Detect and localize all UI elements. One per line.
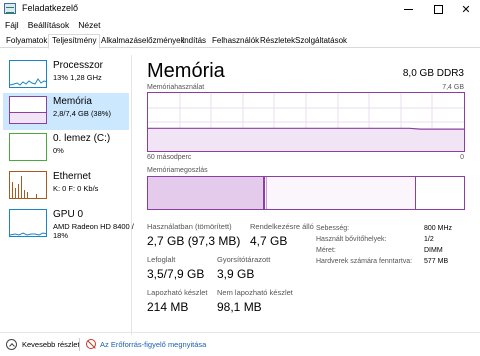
menu-bar: Fájl Beállítások Nézet — [0, 18, 480, 32]
composition-label: Memóriamegoszlás — [147, 167, 208, 174]
window-title: Feladatkezelő — [22, 3, 79, 13]
sidebar-item-ethernet[interactable]: Ethernet K: 0 F: 0 Kb/s — [3, 168, 129, 205]
tab-app-history[interactable]: Alkalmazáselőzmények — [98, 35, 188, 48]
in-use-value: 2,7 GB (97,3 MB) — [147, 234, 241, 248]
tab-performance[interactable]: Teljesítmény — [48, 34, 101, 49]
sidebar-item-memory[interactable]: Memória 2,8/7,4 GB (38%) — [3, 93, 129, 130]
sidebar-item-detail: 13% 1,28 GHz — [53, 73, 102, 82]
fewer-details-link[interactable]: Kevesebb részlet — [22, 340, 80, 349]
sidebar-item-detail: K: 0 F: 0 Kb/s — [53, 184, 99, 193]
cpu-thumbnail-graph — [9, 60, 47, 88]
hardware-reserved-value: 577 MB — [424, 258, 449, 265]
composition-free[interactable] — [416, 177, 464, 209]
tab-services[interactable]: Szolgáltatások — [292, 35, 350, 48]
memory-capacity: 8,0 GB DDR3 — [402, 68, 464, 79]
paged-pool-label: Lapozható készlet — [147, 288, 208, 297]
axis-time-label: 60 másodperc — [147, 154, 192, 161]
cpu-mini-chart — [10, 78, 46, 86]
sidebar-item-detail: AMD Radeon HD 8400 / — [53, 222, 134, 231]
slots-label: Használt bővítőhelyek: — [316, 236, 387, 243]
resource-monitor-icon[interactable] — [86, 339, 96, 349]
tab-bar: Folyamatok Teljesítmény Alkalmazáselőzmé… — [0, 34, 480, 49]
title-bar: Feladatkezelő ✕ — [0, 0, 480, 18]
form-factor-label: Méret: — [316, 247, 336, 254]
memory-usage-area — [148, 128, 464, 151]
memory-usage-chart — [147, 92, 465, 152]
sidebar-item-gpu[interactable]: GPU 0 AMD Radeon HD 8400 / 18% — [3, 206, 134, 243]
resource-sidebar: Processzor 13% 1,28 GHz Memória 2,8/7,4 … — [0, 55, 134, 335]
open-resource-monitor-link[interactable]: Az Erőforrás-figyelő megnyitása — [100, 340, 206, 349]
available-value: 4,7 GB — [250, 234, 288, 248]
ethernet-thumbnail-graph — [9, 171, 47, 199]
chevron-up-icon[interactable] — [6, 339, 17, 350]
cached-value: 3,9 GB — [217, 267, 255, 281]
tab-startup[interactable]: Indítás — [179, 35, 209, 48]
committed-value: 3,5/7,9 GB — [147, 267, 205, 281]
sidebar-item-detail: 2,8/7,4 GB (38%) — [53, 109, 111, 118]
gpu-thumbnail-graph — [9, 209, 47, 237]
minimize-icon — [403, 8, 413, 10]
sidebar-item-cpu[interactable]: Processzor 13% 1,28 GHz — [3, 57, 129, 94]
nonpaged-pool-value: 98,1 MB — [217, 300, 262, 314]
tab-processes[interactable]: Folyamatok — [3, 35, 50, 48]
maximize-button[interactable] — [424, 0, 452, 18]
gpu-mini-chart — [10, 232, 46, 236]
composition-standby[interactable] — [267, 177, 415, 209]
slots-value: 1/2 — [424, 236, 434, 243]
cached-label: Gyorsítótárazott — [217, 255, 271, 264]
speed-label: Sebesség: — [316, 225, 350, 232]
sidebar-item-label: GPU 0 — [53, 209, 84, 220]
footer-bar: Kevesebb részlet Az Erőforrás-figyelő me… — [0, 332, 480, 356]
sidebar-item-disk[interactable]: 0. lemez (C:) 0% — [3, 130, 129, 167]
speed-value: 800 MHz — [424, 225, 453, 232]
usage-chart-max: 7,4 GB — [442, 84, 464, 91]
footer-divider — [79, 338, 80, 351]
available-label: Rendelkezésre álló — [250, 222, 314, 231]
sidebar-item-label: 0. lemez (C:) — [53, 133, 111, 144]
memory-thumbnail-graph — [9, 96, 47, 124]
ethernet-mini-chart — [12, 176, 37, 198]
maximize-icon — [433, 4, 443, 14]
page-title: Memória — [147, 60, 225, 82]
sidebar-item-detail: 0% — [53, 146, 64, 155]
close-button[interactable]: ✕ — [452, 0, 480, 18]
memory-composition-bar — [147, 176, 465, 210]
menu-options[interactable]: Beállítások — [28, 20, 70, 30]
sidebar-item-label: Memória — [53, 96, 92, 107]
sidebar-item-label: Processzor — [53, 60, 104, 71]
axis-zero-label: 0 — [460, 154, 464, 161]
disk-thumbnail-graph — [9, 133, 47, 161]
in-use-label: Használatban (tömörített) — [147, 222, 232, 231]
paged-pool-value: 214 MB — [147, 300, 189, 314]
tab-users[interactable]: Felhasználók — [209, 35, 262, 48]
sidebar-item-detail-2: 18% — [53, 231, 69, 240]
sidebar-item-label: Ethernet — [53, 171, 91, 182]
minimize-button[interactable] — [394, 0, 422, 18]
form-factor-value: DIMM — [424, 247, 443, 254]
hardware-reserved-label: Hardverek számára fenntartva: — [316, 258, 413, 265]
nonpaged-pool-label: Nem lapozható készlet — [217, 288, 293, 297]
memory-usage-graph — [148, 93, 464, 151]
composition-in-use[interactable] — [148, 177, 264, 209]
task-manager-icon — [4, 3, 16, 14]
committed-label: Lefoglalt — [147, 255, 176, 264]
usage-chart-label: Memóriahasználat — [147, 84, 205, 91]
menu-view[interactable]: Nézet — [78, 20, 100, 30]
menu-file[interactable]: Fájl — [5, 20, 19, 30]
close-icon: ✕ — [461, 3, 471, 16]
